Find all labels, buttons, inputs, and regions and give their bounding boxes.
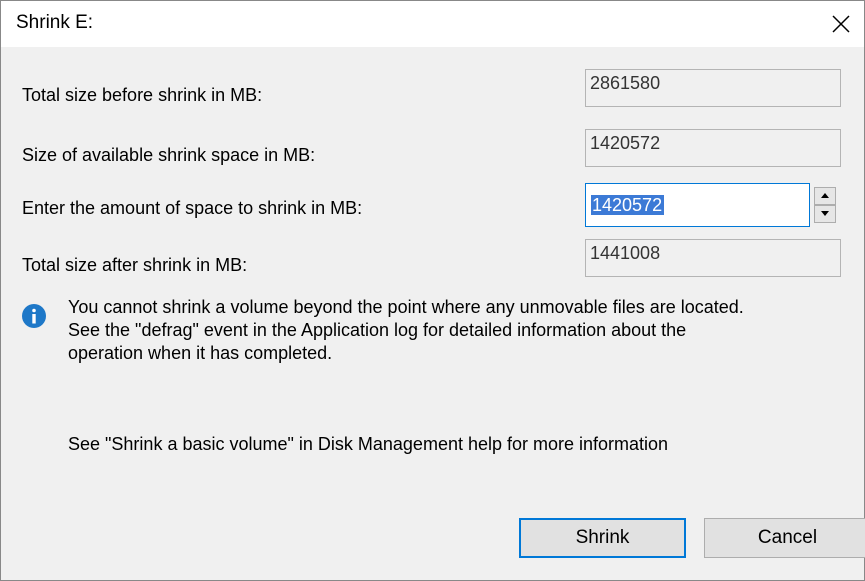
shrink-amount-label: Enter the amount of space to shrink in M… [22,198,363,218]
info-message: You cannot shrink a volume beyond the po… [68,296,858,365]
shrink-amount-stepper[interactable]: 1420572 [585,183,841,227]
spin-buttons [814,187,836,223]
total-size-before-field: 2861580 [585,69,841,107]
title-bar: Shrink E: [1,1,864,47]
info-line: You cannot shrink a volume beyond the po… [68,297,744,317]
shrink-button[interactable]: Shrink [519,518,686,558]
arrow-down-icon [821,211,829,216]
info-line: operation when it has completed. [68,343,333,363]
available-shrink-space-label: Size of available shrink space in MB: [22,145,316,165]
help-text: See "Shrink a basic volume" in Disk Mana… [68,434,669,454]
spin-down-button[interactable] [814,205,836,223]
shrink-dialog: Shrink E: Total size before shrink in MB… [0,0,865,581]
cancel-button[interactable]: Cancel [704,518,865,558]
shrink-amount-value: 1420572 [591,195,665,215]
info-line: See the "defrag" event in the Applicatio… [68,320,687,340]
total-size-after-field: 1441008 [585,239,841,277]
total-size-after-label: Total size after shrink in MB: [22,255,248,275]
info-icon [22,304,46,328]
shrink-amount-input[interactable]: 1420572 [585,183,810,227]
close-button[interactable] [818,1,864,47]
arrow-up-icon [821,193,829,198]
available-shrink-space-field: 1420572 [585,129,841,167]
total-size-before-label: Total size before shrink in MB: [22,85,263,105]
close-icon [832,15,850,33]
dialog-title: Shrink E: [16,12,94,33]
spin-up-button[interactable] [814,187,836,205]
